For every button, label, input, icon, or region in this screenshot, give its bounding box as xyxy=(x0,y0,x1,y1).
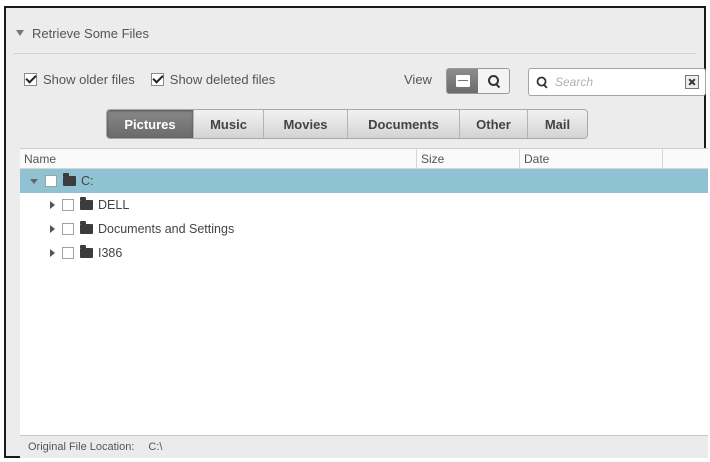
folder-icon xyxy=(63,173,76,186)
tree-row-documents-and-settings[interactable]: Documents and Settings xyxy=(20,217,708,241)
show-older-files-label: Show older files xyxy=(43,71,135,87)
row-name: Documents and Settings xyxy=(98,222,235,236)
show-older-files-checkbox[interactable] xyxy=(24,72,37,86)
tree-row-dell[interactable]: DELL xyxy=(20,193,708,217)
search-box xyxy=(528,68,706,96)
show-deleted-files-option[interactable]: Show deleted files xyxy=(150,71,276,87)
row-checkbox[interactable] xyxy=(62,223,74,235)
tab-other[interactable]: Other xyxy=(459,110,527,138)
row-checkbox[interactable] xyxy=(45,175,57,187)
row-checkbox[interactable] xyxy=(62,199,74,211)
search-view-button[interactable] xyxy=(478,69,509,93)
list-view-button[interactable] xyxy=(447,69,478,93)
row-name: DELL xyxy=(98,198,130,212)
list-view-icon xyxy=(455,75,470,87)
original-location-value: C:\ xyxy=(148,441,163,453)
expand-arrow-icon[interactable] xyxy=(50,225,55,233)
table-header: Name Size Date xyxy=(20,149,708,169)
show-older-files-option[interactable]: Show older files xyxy=(24,72,135,87)
column-header-size[interactable]: Size xyxy=(417,149,520,168)
view-label: View xyxy=(404,72,432,87)
row-name: I386 xyxy=(98,246,123,260)
category-tabs: Pictures Music Movies Documents Other Ma… xyxy=(106,109,588,139)
tab-documents[interactable]: Documents xyxy=(347,110,459,138)
section-title: Retrieve Some Files xyxy=(32,25,150,41)
column-header-date[interactable]: Date xyxy=(520,149,663,168)
section-header[interactable]: Retrieve Some Files xyxy=(16,24,149,42)
expand-arrow-icon[interactable] xyxy=(30,178,38,184)
tree-row-c-drive[interactable]: C: xyxy=(20,169,708,193)
show-deleted-files-label: Show deleted files xyxy=(169,71,276,87)
magnifier-icon xyxy=(487,74,501,88)
search-input[interactable] xyxy=(555,75,679,89)
expand-arrow-icon[interactable] xyxy=(50,201,55,209)
folder-icon xyxy=(80,221,93,234)
folder-icon xyxy=(80,245,93,258)
folder-icon xyxy=(80,197,93,210)
collapse-triangle-icon[interactable] xyxy=(16,30,24,36)
search-icon xyxy=(536,76,549,89)
retrieve-files-panel: Retrieve Some Files Show older files Sho… xyxy=(4,6,708,458)
header-divider xyxy=(14,53,696,54)
view-mode-toggle xyxy=(446,68,510,94)
tree-row-i386[interactable]: I386 xyxy=(20,241,708,265)
row-checkbox[interactable] xyxy=(62,247,74,259)
tab-music[interactable]: Music xyxy=(193,110,263,138)
clear-search-icon[interactable] xyxy=(685,75,699,89)
tab-pictures[interactable]: Pictures xyxy=(107,110,193,138)
expand-arrow-icon[interactable] xyxy=(50,249,55,257)
tab-mail[interactable]: Mail xyxy=(527,110,587,138)
row-name: C: xyxy=(81,174,94,188)
file-tree-table: Name Size Date C: DELL Documents and Set… xyxy=(20,148,708,435)
filter-options: Show older files Show deleted files xyxy=(24,68,291,90)
column-header-name[interactable]: Name xyxy=(20,149,417,168)
tab-movies[interactable]: Movies xyxy=(263,110,347,138)
show-deleted-files-checkbox[interactable] xyxy=(150,72,164,86)
status-bar: Original File Location: C:\ xyxy=(20,435,708,458)
original-location-label: Original File Location: xyxy=(28,441,135,453)
